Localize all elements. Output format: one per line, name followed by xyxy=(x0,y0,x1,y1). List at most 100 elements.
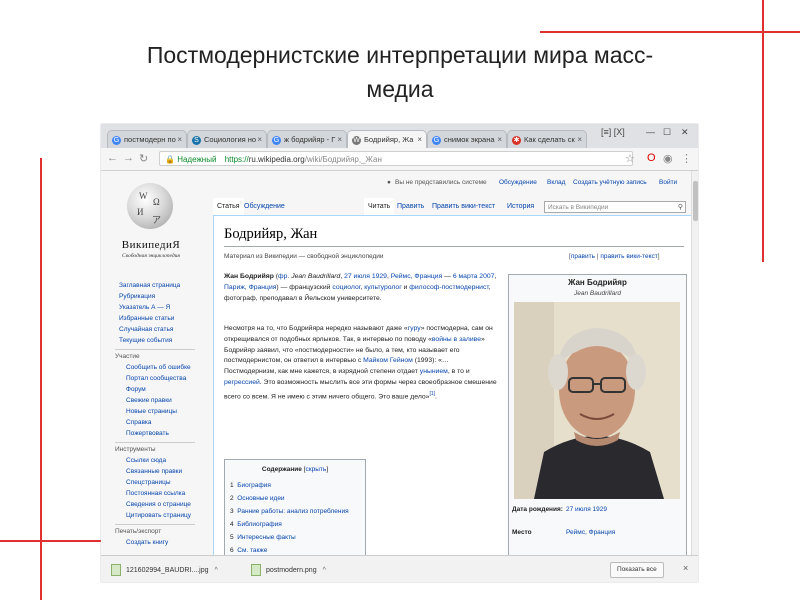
toc-item[interactable]: 5 Интересные факты xyxy=(230,534,296,541)
sidebar-link-categories[interactable]: Рубрикация xyxy=(119,293,155,300)
tab-history[interactable]: История xyxy=(507,198,534,215)
secure-label: Надежный xyxy=(177,155,217,164)
death-date-link[interactable]: 6 марта 2007 xyxy=(453,273,495,280)
sidebar-link-community-portal[interactable]: Портал сообщества xyxy=(126,375,186,382)
download-item[interactable]: postmodern.png ^ xyxy=(251,564,326,576)
toc-item[interactable]: 6 См. также xyxy=(230,547,267,554)
user-contrib-link[interactable]: Вклад xyxy=(547,179,565,186)
wiki-search-input[interactable]: Искать в Википедии ⚲ xyxy=(544,201,686,213)
sidebar-link-featured[interactable]: Избранные статьи xyxy=(119,315,174,322)
toc-item[interactable]: 4 Библиография xyxy=(230,521,282,528)
portrait-photo[interactable] xyxy=(514,302,680,499)
toc-item[interactable]: 3 Ранние работы: анализ потребления xyxy=(230,508,349,515)
url-field[interactable]: 🔒 Надежный https://ru.wikipedia.org/wiki… xyxy=(159,151,633,166)
window-close-icon[interactable]: ✕ xyxy=(681,127,689,138)
sidebar-link-forum[interactable]: Форум xyxy=(126,386,146,393)
gulf-war-link[interactable]: войны в заливе xyxy=(432,336,481,343)
tab-read[interactable]: Читать xyxy=(364,198,395,216)
close-tab-icon[interactable]: × xyxy=(497,131,502,148)
sidebar-link-related-changes[interactable]: Связанные правки xyxy=(126,468,182,475)
death-place-link[interactable]: Париж, Франция xyxy=(224,284,276,291)
toc-link[interactable]: Биография xyxy=(237,482,271,489)
toc-link[interactable]: Ранние работы: анализ потребления xyxy=(237,508,348,515)
star-icon[interactable]: ☆ xyxy=(625,152,635,165)
reload-icon[interactable]: ↻ xyxy=(139,152,148,165)
close-tab-icon[interactable]: × xyxy=(417,131,422,148)
sidebar-link-create-book[interactable]: Создать книгу xyxy=(126,539,168,546)
edit-link[interactable]: править xyxy=(571,253,595,260)
studfiles-icon: S xyxy=(192,135,201,145)
logo-name[interactable]: ВикипедиЯ xyxy=(111,239,191,251)
birth-date-link[interactable]: 27 июля 1929 xyxy=(344,273,387,280)
login-link[interactable]: Войти xyxy=(659,179,677,186)
create-account-link[interactable]: Создать учётную запись xyxy=(573,179,647,186)
sidebar-link-new-pages[interactable]: Новые страницы xyxy=(126,408,177,415)
sidebar-link-what-links-here[interactable]: Ссылки сюда xyxy=(126,457,166,464)
close-downloads-icon[interactable]: × xyxy=(683,563,688,573)
sidebar-link-help[interactable]: Справка xyxy=(126,419,152,426)
despondency-link[interactable]: унынием xyxy=(420,368,448,375)
search-icon[interactable]: ⚲ xyxy=(678,202,683,214)
window-controls[interactable]: [≡] [X] xyxy=(601,127,625,137)
browser-tab[interactable]: Gснимок экрана × xyxy=(427,130,507,148)
toc-hide-link[interactable]: скрыть xyxy=(306,466,327,473)
wikipedia-logo-globe[interactable]: W Ω И ア xyxy=(127,183,173,229)
toc-link[interactable]: Основные идеи xyxy=(237,495,284,502)
browser-tab[interactable]: Gпостмодерн по × xyxy=(107,130,187,148)
user-talk-link[interactable]: Обсуждение xyxy=(499,179,537,186)
close-tab-icon[interactable]: × xyxy=(257,131,262,148)
download-item[interactable]: 121602994_BAUDRI....jpg ^ xyxy=(111,564,218,576)
toc-item[interactable]: 1 Биография xyxy=(230,482,271,489)
forward-icon[interactable]: → xyxy=(123,152,134,164)
edit-source-link[interactable]: править вики-текст xyxy=(600,253,657,260)
browser-tab-active[interactable]: W Бодрийяр, Жа × xyxy=(347,130,427,148)
toc-item[interactable]: 2 Основные идеи xyxy=(230,495,285,502)
regression-link[interactable]: регрессией xyxy=(224,379,260,386)
browser-tab[interactable]: Gж бодрийяр - Г × xyxy=(267,130,347,148)
chevron-up-icon[interactable]: ^ xyxy=(323,567,326,574)
tab-edit[interactable]: Править xyxy=(397,198,424,215)
sidebar-link-recent-changes[interactable]: Свежие правки xyxy=(126,397,172,404)
lang-link[interactable]: фр. xyxy=(278,273,289,280)
close-tab-icon[interactable]: × xyxy=(177,131,182,148)
menu-icon[interactable]: ⋮ xyxy=(681,152,692,165)
sidebar-link-page-info[interactable]: Сведения о странице xyxy=(126,501,191,508)
show-all-downloads-button[interactable]: Показать все xyxy=(610,562,664,578)
toc-link[interactable]: См. также xyxy=(237,547,267,554)
tab-edit-source[interactable]: Править вики-текст xyxy=(432,198,495,215)
sociologist-link[interactable]: социолог xyxy=(332,284,360,291)
minimize-icon[interactable]: — xyxy=(646,127,655,137)
birth-place-link[interactable]: Реймс, Франция xyxy=(391,273,443,280)
close-tab-icon[interactable]: × xyxy=(337,131,342,148)
tab-article[interactable]: Статья xyxy=(213,198,244,216)
philosopher-link[interactable]: философ-постмодернист xyxy=(409,284,488,291)
sidebar-link-main-page[interactable]: Заглавная страница xyxy=(119,282,180,289)
tab-talk[interactable]: Обсуждение xyxy=(244,198,285,215)
infobox-place-link[interactable]: Реймс, Франция xyxy=(566,529,615,536)
page-scrollbar[interactable] xyxy=(691,171,698,555)
culturologist-link[interactable]: культуролог xyxy=(364,284,402,291)
infobox-birth-link[interactable]: 27 июля 1929 xyxy=(566,506,607,513)
back-icon[interactable]: ← xyxy=(107,152,118,164)
mike-gane-link[interactable]: Майком Гейном xyxy=(363,357,413,364)
toc-link[interactable]: Библиография xyxy=(237,521,281,528)
sidebar-link-random[interactable]: Случайная статья xyxy=(119,326,173,333)
sidebar-link-cite-page[interactable]: Цитировать страницу xyxy=(126,512,191,519)
sidebar-link-donate[interactable]: Пожертвовать xyxy=(126,430,169,437)
guru-link[interactable]: гуру xyxy=(408,325,421,332)
sidebar-link-index[interactable]: Указатель А — Я xyxy=(119,304,170,311)
maximize-icon[interactable]: ☐ xyxy=(663,127,671,138)
sidebar-link-current-events[interactable]: Текущие события xyxy=(119,337,172,344)
opera-icon[interactable]: O xyxy=(647,152,656,164)
sidebar-link-permalink[interactable]: Постоянная ссылка xyxy=(126,490,185,497)
browser-tab[interactable]: ✱ Как сделать ск × xyxy=(507,130,587,148)
infobox-label: Дата рождения: xyxy=(512,506,563,513)
sidebar-link-special-pages[interactable]: Спецстраницы xyxy=(126,479,171,486)
chevron-up-icon[interactable]: ^ xyxy=(215,567,218,574)
browser-tab[interactable]: S Социология но × xyxy=(187,130,267,148)
scrollbar-thumb[interactable] xyxy=(693,181,698,221)
extension-icon[interactable]: ◉ xyxy=(663,152,673,165)
toc-link[interactable]: Интересные факты xyxy=(237,534,295,541)
close-tab-icon[interactable]: × xyxy=(577,131,582,148)
sidebar-link-report-error[interactable]: Сообщить об ошибке xyxy=(126,364,191,371)
